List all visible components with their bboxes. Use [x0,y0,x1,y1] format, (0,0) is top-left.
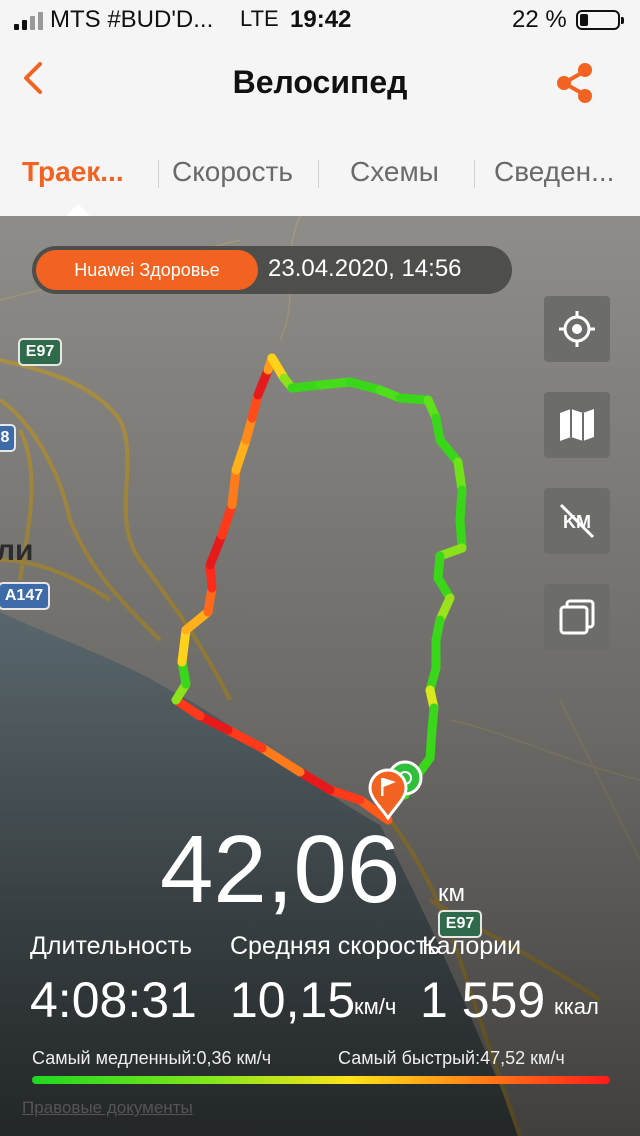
battery-level [580,14,588,26]
source-badge: Huawei Здоровье [36,250,258,290]
calories-value: 1 559 [420,972,546,1028]
route-segment [227,465,241,510]
tab-bar: Траек... Скорость Схемы Сведен... [0,140,640,216]
signal-strength-icon [14,12,43,30]
speed-legend-bar [32,1076,610,1084]
tab-divider [474,160,475,188]
tab-speed[interactable]: Скорость [172,156,293,188]
tab-details[interactable]: Сведен... [494,156,614,188]
layers-icon [559,599,595,635]
share-icon [557,63,592,103]
carrier-name: MTS #BUD'D... [50,6,214,33]
tab-divider [158,160,159,188]
calories-unit: ккал [554,994,599,1019]
route-segment [315,377,355,390]
avg-speed-label: Средняя скорость [230,932,441,960]
locate-icon [559,311,595,347]
locate-button[interactable] [544,296,610,362]
battery-percent: 22 % [512,6,567,33]
duration-label: Длительность [30,932,193,960]
header: Велосипед [0,40,640,130]
battery-icon [576,10,624,30]
km-markers-off-icon: KM [559,503,595,539]
fastest-speed: Самый быстрый:47,52 км/ч [338,1048,565,1068]
road-label: E97 [18,338,62,366]
workout-datetime: 23.04.2020, 14:56 [268,255,462,282]
network-type: LTE [240,6,279,31]
map-type-button[interactable] [544,392,610,458]
tab-track[interactable]: Траек... [22,156,124,188]
layers-button[interactable] [544,584,610,650]
avg-speed-value: 10,15 [230,972,356,1028]
route-segment [455,485,467,525]
calories-label: Калории [422,932,522,960]
city-label: ли [0,534,34,567]
active-tab-indicator [66,204,90,216]
route-segment [177,625,191,667]
status-time: 19:42 [290,6,352,33]
slowest-speed: Самый медленный:0,36 км/ч [32,1048,272,1068]
legal-documents-link[interactable]: Правовые документы [22,1098,193,1118]
total-distance: 42,06 [160,816,401,923]
avg-speed-unit: км/ч [354,994,397,1019]
status-bar: MTS #BUD'D... LTE 19:42 22 % [0,0,640,40]
tab-charts[interactable]: Схемы [350,156,439,188]
road-label: A147 [0,582,50,610]
distance-unit: км [438,880,465,907]
share-button[interactable] [552,60,598,106]
road-label: 8 [0,424,16,452]
page-title: Велосипед [232,64,408,100]
duration-value: 4:08:31 [30,972,197,1028]
map-type-icon [560,409,594,441]
km-markers-toggle[interactable]: KM [544,488,610,554]
tab-divider [318,160,319,188]
data-source-pill: Huawei Здоровье 23.04.2020, 14:56 [32,246,512,294]
